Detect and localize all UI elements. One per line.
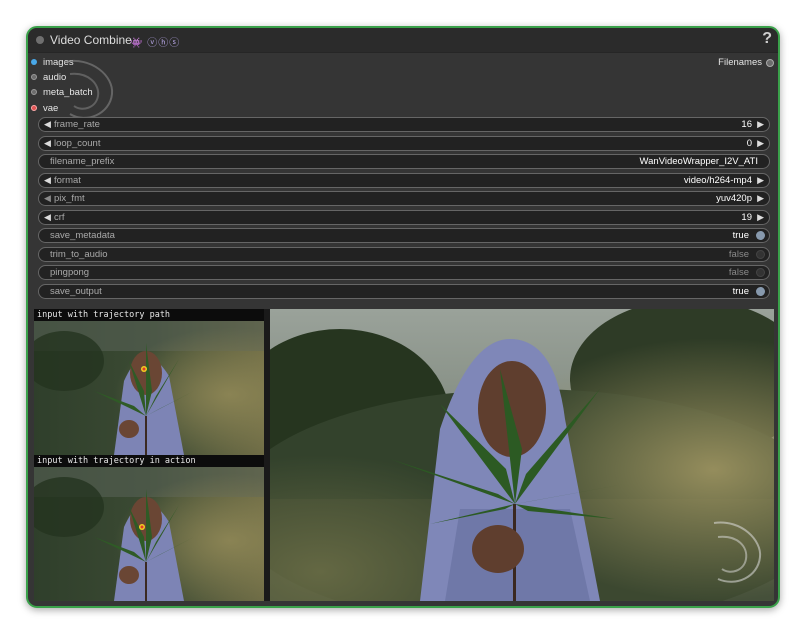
crf-widget[interactable]: ◀ crf 19 ▶ (38, 210, 770, 225)
widget-value: true (732, 286, 749, 297)
widget-label: pingpong (50, 267, 90, 278)
widget-value: yuv420p (716, 193, 752, 204)
widget-value: false (728, 267, 749, 278)
pingpong-toggle[interactable]: pingpong false (38, 265, 770, 280)
output-label: Filenames (718, 57, 762, 68)
decrement-arrow-icon[interactable]: ◀ (44, 212, 51, 223)
save-output-toggle[interactable]: save_output true (38, 284, 770, 299)
widget-value: true (732, 230, 749, 241)
loop-count-widget[interactable]: ◀ loop_count 0 ▶ (38, 136, 770, 151)
save-metadata-toggle[interactable]: save_metadata true (38, 228, 770, 243)
increment-arrow-icon[interactable]: ▶ (757, 138, 764, 149)
slot-dot-icon[interactable] (31, 89, 37, 95)
decrement-arrow-icon[interactable]: ◀ (44, 138, 51, 149)
widget-label: filename_prefix (50, 156, 115, 167)
widget-label: frame_rate (54, 119, 100, 130)
widget-value: 16 (741, 119, 752, 130)
widget-label: format (54, 175, 81, 186)
node-title: Video Combine (50, 33, 132, 47)
increment-arrow-icon[interactable]: ▶ (757, 212, 764, 223)
help-icon[interactable]: ? (762, 30, 772, 48)
widget-label: save_output (50, 286, 102, 297)
toggle-knob-icon[interactable] (756, 268, 765, 277)
pix-fmt-widget[interactable]: ◀ pix_fmt yuv420p ▶ (38, 191, 770, 206)
preview-frame-trajectory-action (34, 467, 264, 601)
decrement-arrow-icon[interactable]: ◀ (44, 119, 51, 130)
photo-thumbnail (34, 321, 264, 455)
widget-value: false (728, 249, 749, 260)
next-option-arrow-icon[interactable]: ▶ (757, 193, 764, 204)
slot-dot-icon[interactable] (31, 74, 37, 80)
widget-value: video/h264-mp4 (683, 175, 752, 186)
widget-value: WanVideoWrapper_I2V_ATI (639, 156, 758, 167)
slot-dot-icon[interactable] (31, 59, 37, 65)
frame-rate-widget[interactable]: ◀ frame_rate 16 ▶ (38, 117, 770, 132)
widget-label: crf (54, 212, 65, 223)
toggle-knob-icon[interactable] (756, 231, 765, 240)
output-dot-icon[interactable] (766, 58, 774, 67)
prev-option-arrow-icon[interactable]: ◀ (44, 193, 51, 204)
filename-prefix-widget[interactable]: filename_prefix WanVideoWrapper_I2V_ATI (38, 154, 770, 169)
widget-value: 0 (746, 138, 752, 149)
input-slot-vae[interactable]: vae (31, 101, 58, 115)
output-slot-filenames[interactable]: Filenames (718, 57, 774, 68)
caption-trajectory-action: input with trajectory in action (34, 455, 264, 467)
toggle-knob-icon[interactable] (756, 287, 765, 296)
preview-frame-main (270, 309, 774, 601)
next-option-arrow-icon[interactable]: ▶ (757, 175, 764, 186)
format-widget[interactable]: ◀ format video/h264-mp4 ▶ (38, 173, 770, 188)
video-preview[interactable]: input with trajectory path input with tr… (34, 309, 774, 601)
caption-trajectory-path: input with trajectory path (34, 309, 264, 321)
node-titlebar[interactable]: Video Combine 👾 ⓥⓗⓢ ? (28, 28, 778, 53)
widget-label: loop_count (54, 138, 101, 149)
trim-to-audio-toggle[interactable]: trim_to_audio false (38, 247, 770, 262)
widget-value: 19 (741, 212, 752, 223)
widget-label: pix_fmt (54, 193, 85, 204)
toggle-knob-icon[interactable] (756, 250, 765, 259)
watermark-logo-icon (713, 521, 762, 583)
photo-thumbnail (34, 467, 264, 601)
widget-label: trim_to_audio (50, 249, 108, 260)
watermark-logo-icon (63, 59, 114, 119)
photo-main (270, 309, 774, 601)
collapse-dot[interactable] (36, 36, 44, 44)
prev-option-arrow-icon[interactable]: ◀ (44, 175, 51, 186)
slot-dot-icon[interactable] (31, 105, 37, 111)
increment-arrow-icon[interactable]: ▶ (757, 119, 764, 130)
video-combine-node[interactable]: Video Combine 👾 ⓥⓗⓢ ? images audio meta_… (26, 26, 780, 608)
preview-frame-trajectory-path (34, 321, 264, 455)
widget-label: save_metadata (50, 230, 115, 241)
node-badges: 👾 ⓥⓗⓢ (130, 38, 181, 49)
